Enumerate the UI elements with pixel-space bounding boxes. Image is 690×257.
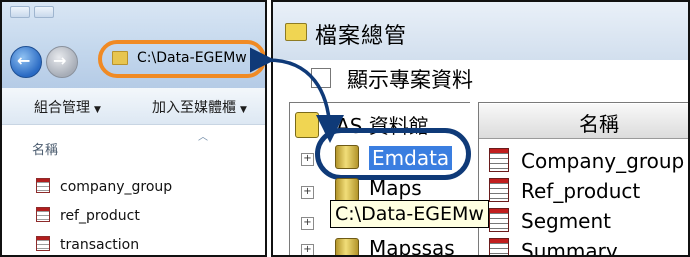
explorer-icon: [285, 23, 307, 41]
name-column-header[interactable]: 名稱: [579, 108, 619, 137]
expand-icon[interactable]: +: [301, 244, 314, 255]
arrow-left-icon: ←: [17, 51, 31, 70]
table-name: Segment: [521, 209, 611, 233]
forward-button[interactable]: →: [46, 46, 78, 78]
table-name: Summary: [521, 239, 618, 257]
path-tooltip: C:\Data-EGEMw: [330, 200, 489, 228]
expand-icon[interactable]: +: [301, 217, 314, 230]
table-list-item[interactable]: Ref_product: [489, 178, 640, 203]
arrow-right-icon: →: [53, 51, 67, 70]
table-file-icon: [36, 236, 50, 251]
chevron-down-icon: ▼: [94, 105, 101, 115]
table-file-icon: [36, 178, 50, 193]
window-minimize-icon[interactable]: [10, 6, 30, 18]
sas-table-icon: [489, 178, 509, 202]
file-name: company_group: [60, 179, 173, 195]
sas-table-icon: [489, 208, 509, 232]
file-item[interactable]: transaction: [36, 236, 140, 255]
file-name: ref_product: [60, 208, 140, 224]
table-list-item[interactable]: Segment: [489, 208, 611, 233]
back-button[interactable]: ←: [10, 46, 42, 78]
organize-menu-button[interactable]: 組合管理 ▼: [34, 97, 101, 117]
expand-icon[interactable]: +: [301, 153, 314, 166]
name-column-header[interactable]: 名稱: [32, 139, 58, 158]
chevron-down-icon: ▼: [240, 105, 247, 115]
library-node-maps[interactable]: Maps: [369, 176, 422, 200]
address-highlight-ring: [98, 40, 265, 78]
library-node-mapssas[interactable]: Mapssas: [369, 236, 455, 255]
expand-icon[interactable]: +: [301, 186, 314, 199]
file-name: transaction: [60, 237, 140, 253]
show-project-data-label: 顯示專案資料: [347, 68, 473, 92]
add-to-library-label: 加入至媒體櫃: [152, 100, 236, 116]
table-list-item[interactable]: Summary: [489, 238, 618, 257]
table-list-item[interactable]: Company_group: [489, 148, 684, 173]
table-name: Company_group: [521, 149, 685, 173]
sas-table-icon: [489, 148, 509, 172]
table-name: Ref_product: [521, 179, 641, 203]
table-file-icon: [36, 207, 50, 222]
file-item[interactable]: ref_product: [36, 207, 140, 227]
organize-label: 組合管理: [34, 100, 90, 116]
sas-table-icon: [489, 238, 509, 255]
connector-arrow-icon: [250, 45, 344, 143]
library-icon: [335, 238, 359, 255]
library-icon: [335, 178, 359, 202]
window-maximize-icon[interactable]: [34, 6, 54, 18]
sort-ascending-icon: ︿: [198, 132, 208, 143]
add-to-library-menu-button[interactable]: 加入至媒體櫃 ▼: [152, 97, 247, 117]
windows-explorer-window: ← → C:\Data-EGEMw 組合管理 ▼ 加入至媒體櫃 ▼ ︿ 名稱 com…: [0, 0, 267, 257]
file-item[interactable]: company_group: [36, 178, 172, 198]
